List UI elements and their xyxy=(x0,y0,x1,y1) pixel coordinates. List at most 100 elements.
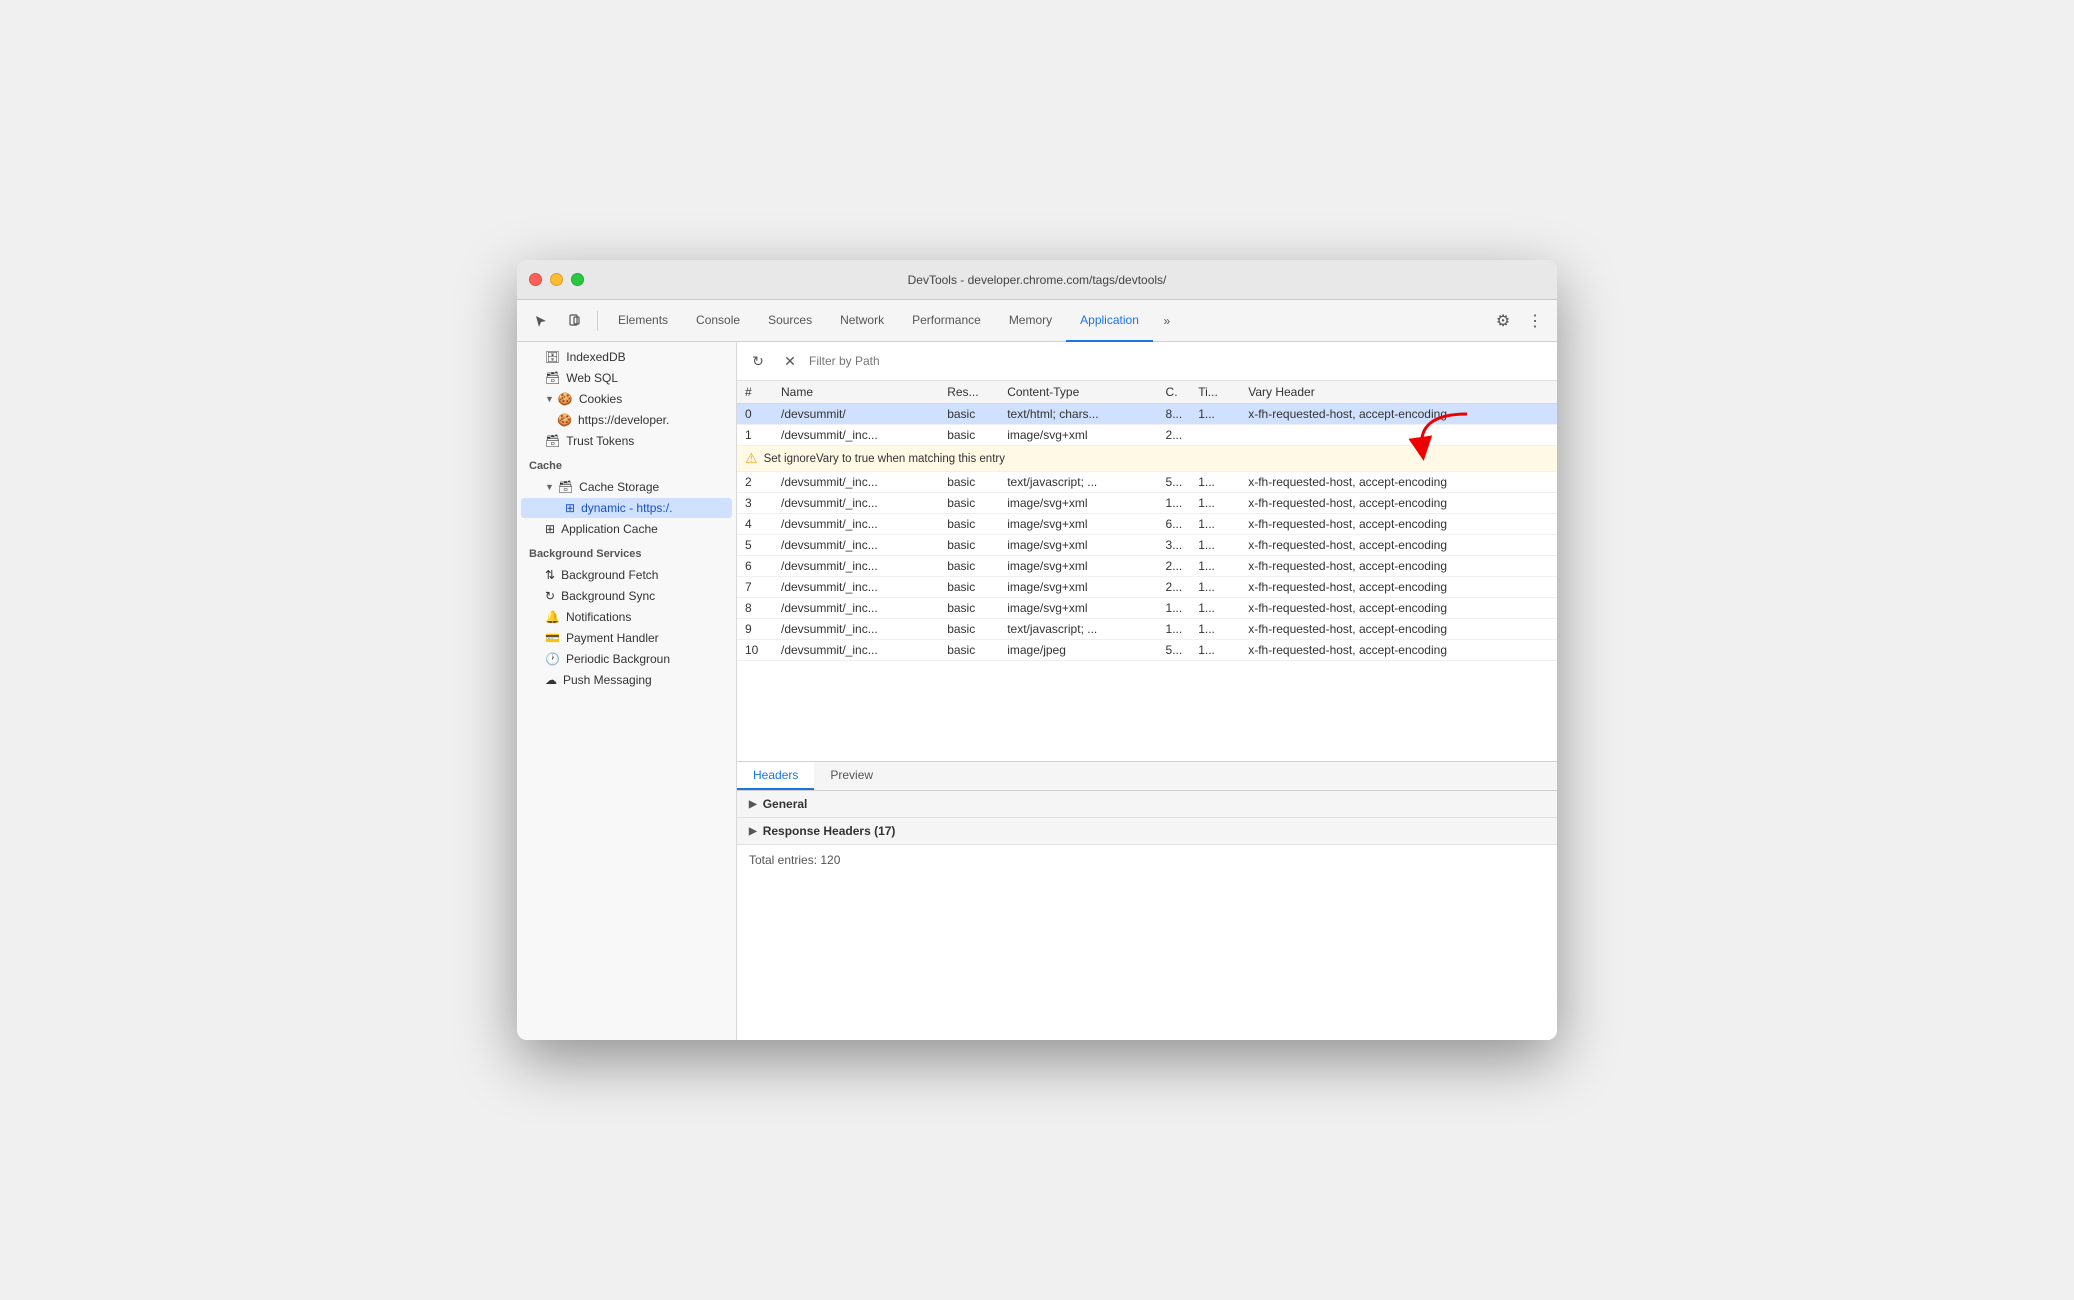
sidebar-item-label: Background Sync xyxy=(561,589,655,603)
traffic-lights xyxy=(529,273,584,286)
sidebar-item-cookies[interactable]: ▼ 🍪 Cookies xyxy=(521,389,732,409)
sidebar: 🗄 IndexedDB 🗃 Web SQL ▼ 🍪 Cookies 🍪 http… xyxy=(517,342,737,1040)
filter-input[interactable] xyxy=(809,354,1549,368)
col-res-header: Res... xyxy=(939,381,999,404)
cell-ti: 1... xyxy=(1190,640,1240,661)
cell-name: /devsummit/_inc... xyxy=(773,577,939,598)
cell-hash: 6 xyxy=(737,556,773,577)
sidebar-item-websql[interactable]: 🗃 Web SQL xyxy=(521,368,732,388)
sidebar-item-label: Push Messaging xyxy=(563,673,652,687)
table-row[interactable]: 7 /devsummit/_inc... basic image/svg+xml… xyxy=(737,577,1557,598)
settings-button[interactable]: ⚙ xyxy=(1489,307,1517,335)
sidebar-item-push-messaging[interactable]: ☁ Push Messaging xyxy=(521,670,732,690)
cell-res: basic xyxy=(939,425,999,446)
clear-button[interactable]: ✕ xyxy=(777,348,803,374)
cell-name: /devsummit/_inc... xyxy=(773,425,939,446)
sidebar-item-bg-fetch[interactable]: ⇅ Background Fetch xyxy=(521,565,732,585)
cell-ti: 1... xyxy=(1190,535,1240,556)
table-row[interactable]: 4 /devsummit/_inc... basic image/svg+xml… xyxy=(737,514,1557,535)
bottom-tab-bar: Headers Preview xyxy=(737,762,1557,791)
cell-res: basic xyxy=(939,598,999,619)
toolbar-right: ⚙ ⋮ xyxy=(1489,307,1549,335)
cell-vh: x-fh-requested-host, accept-encoding xyxy=(1240,577,1557,598)
table-row[interactable]: 1 /devsummit/_inc... basic image/svg+xml… xyxy=(737,425,1557,446)
table-row[interactable]: 9 /devsummit/_inc... basic text/javascri… xyxy=(737,619,1557,640)
refresh-button[interactable]: ↻ xyxy=(745,348,771,374)
more-options-button[interactable]: ⋮ xyxy=(1521,307,1549,335)
table-row[interactable]: 0 /devsummit/ basic text/html; chars... … xyxy=(737,404,1557,425)
cell-c: 6... xyxy=(1158,514,1191,535)
sidebar-item-label: Web SQL xyxy=(566,371,618,385)
response-headers-section[interactable]: ▶ Response Headers (17) xyxy=(737,818,1557,845)
general-section[interactable]: ▶ General xyxy=(737,791,1557,818)
sidebar-item-app-cache[interactable]: ⊞ Application Cache xyxy=(521,519,732,539)
cell-c: 5... xyxy=(1158,472,1191,493)
sidebar-item-label: dynamic - https:/. xyxy=(581,501,672,515)
cell-vh: x-fh-requested-host, accept-encoding xyxy=(1240,556,1557,577)
table-row[interactable]: 10 /devsummit/_inc... basic image/jpeg 5… xyxy=(737,640,1557,661)
maximize-button[interactable] xyxy=(571,273,584,286)
cell-c: 5... xyxy=(1158,640,1191,661)
tab-performance[interactable]: Performance xyxy=(898,300,995,342)
more-tabs-button[interactable]: » xyxy=(1153,307,1181,335)
sidebar-item-cookies-dev[interactable]: 🍪 https://developer. xyxy=(521,410,732,430)
device-toolbar-button[interactable] xyxy=(559,307,591,335)
table-header-row: # Name Res... Content-Type C. Ti... Vary… xyxy=(737,381,1557,404)
devtools-window: DevTools - developer.chrome.com/tags/dev… xyxy=(517,260,1557,1040)
cell-vh xyxy=(1240,425,1557,446)
general-section-label: General xyxy=(763,797,808,811)
sidebar-item-payment-handler[interactable]: 💳 Payment Handler xyxy=(521,628,732,648)
close-button[interactable] xyxy=(529,273,542,286)
tab-memory[interactable]: Memory xyxy=(995,300,1066,342)
cell-vh: x-fh-requested-host, accept-encoding xyxy=(1240,640,1557,661)
cookies-icon: 🍪 xyxy=(558,392,573,406)
dynamic-icon: ⊞ xyxy=(565,501,575,515)
tab-application[interactable]: Application xyxy=(1066,300,1153,342)
tab-preview[interactable]: Preview xyxy=(814,762,889,790)
sidebar-item-label: Application Cache xyxy=(561,522,658,536)
window-title: DevTools - developer.chrome.com/tags/dev… xyxy=(908,273,1167,287)
table-row[interactable]: 8 /devsummit/_inc... basic image/svg+xml… xyxy=(737,598,1557,619)
cookies-dev-icon: 🍪 xyxy=(557,413,572,427)
tooltip-row: ⚠ Set ignoreVary to true when matching t… xyxy=(737,446,1557,472)
sidebar-item-notifications[interactable]: 🔔 Notifications xyxy=(521,607,732,627)
cell-ti: 1... xyxy=(1190,493,1240,514)
tab-headers[interactable]: Headers xyxy=(737,762,814,790)
warning-icon: ⚠ xyxy=(745,450,758,467)
sidebar-item-cache-storage[interactable]: ▼ 🗃 Cache Storage xyxy=(521,477,732,497)
table-row[interactable]: 6 /devsummit/_inc... basic image/svg+xml… xyxy=(737,556,1557,577)
tab-network[interactable]: Network xyxy=(826,300,898,342)
trust-tokens-icon: 🗃 xyxy=(545,434,560,448)
cursor-tool-button[interactable] xyxy=(525,307,557,335)
tab-elements[interactable]: Elements xyxy=(604,300,682,342)
minimize-button[interactable] xyxy=(550,273,563,286)
cell-name: /devsummit/_inc... xyxy=(773,598,939,619)
tab-sources[interactable]: Sources xyxy=(754,300,826,342)
filter-bar: ↻ ✕ xyxy=(737,342,1557,381)
sidebar-item-bg-sync[interactable]: ↻ Background Sync xyxy=(521,586,732,606)
tab-console[interactable]: Console xyxy=(682,300,754,342)
sidebar-item-label: Cache Storage xyxy=(579,480,659,494)
table-row[interactable]: 3 /devsummit/_inc... basic image/svg+xml… xyxy=(737,493,1557,514)
cache-storage-icon: 🗃 xyxy=(558,480,573,494)
col-ct-header: Content-Type xyxy=(999,381,1157,404)
cell-c: 2... xyxy=(1158,425,1191,446)
cell-hash: 7 xyxy=(737,577,773,598)
cell-name: /devsummit/ xyxy=(773,404,939,425)
cell-ct: image/jpeg xyxy=(999,640,1157,661)
cell-res: basic xyxy=(939,514,999,535)
sidebar-item-periodic-bg[interactable]: 🕐 Periodic Backgroun xyxy=(521,649,732,669)
table-row[interactable]: 2 /devsummit/_inc... basic text/javascri… xyxy=(737,472,1557,493)
sidebar-item-label: Notifications xyxy=(566,610,631,624)
sidebar-item-trust-tokens[interactable]: 🗃 Trust Tokens xyxy=(521,431,732,451)
cell-vh: x-fh-requested-host, accept-encoding xyxy=(1240,619,1557,640)
cell-name: /devsummit/_inc... xyxy=(773,514,939,535)
tooltip-text: Set ignoreVary to true when matching thi… xyxy=(764,453,1005,465)
table-row[interactable]: 5 /devsummit/_inc... basic image/svg+xml… xyxy=(737,535,1557,556)
sidebar-item-indexeddb[interactable]: 🗄 IndexedDB xyxy=(521,347,732,367)
periodic-bg-icon: 🕐 xyxy=(545,652,560,666)
cell-ti: 1... xyxy=(1190,556,1240,577)
sidebar-item-dynamic[interactable]: ⊞ dynamic - https:/. xyxy=(521,498,732,518)
cell-vh: x-fh-requested-host, accept-encoding xyxy=(1240,493,1557,514)
app-cache-icon: ⊞ xyxy=(545,522,555,536)
